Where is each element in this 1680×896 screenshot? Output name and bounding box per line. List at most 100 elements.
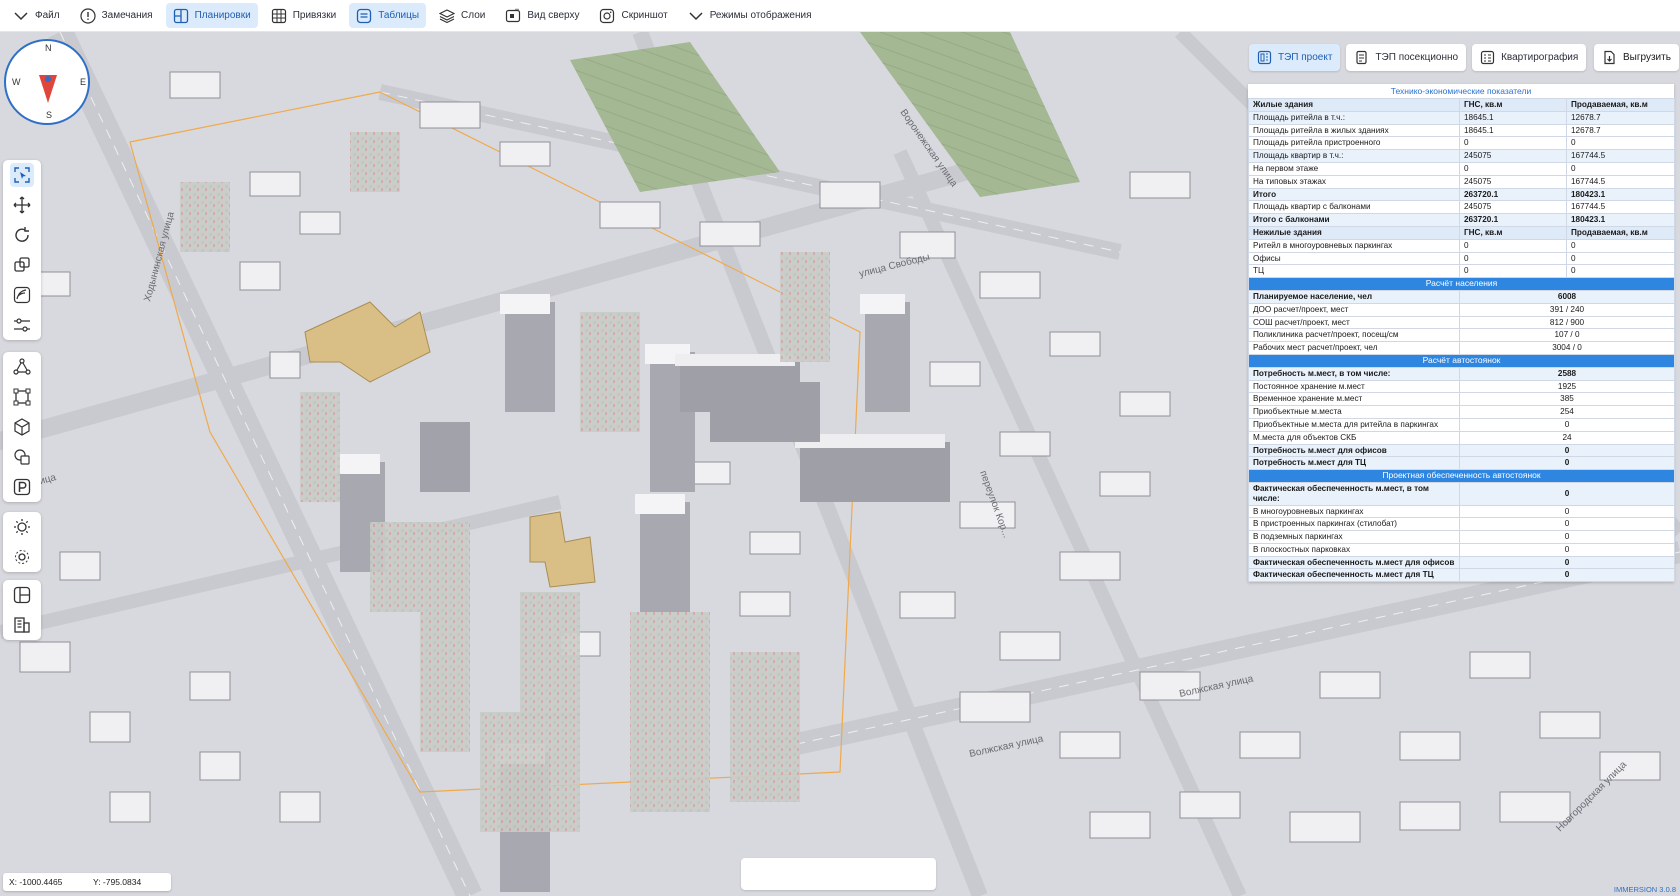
section-title: Расчёт населения bbox=[1248, 277, 1675, 291]
plan-icon bbox=[13, 586, 31, 604]
table-cell: Потребность м.мест, в том числе: bbox=[1248, 366, 1460, 381]
table-cell: 18645.1 bbox=[1459, 123, 1567, 138]
value-cell: 2588 bbox=[1459, 366, 1675, 381]
tool-palette-geometry bbox=[3, 352, 41, 502]
table-row: Приобъектные м.места 254 bbox=[1248, 405, 1675, 419]
settings-sliders-icon bbox=[14, 318, 30, 332]
table-cell: Приобъектные м.места для ритейла в парки… bbox=[1248, 417, 1460, 432]
table-cell: 263720.1 bbox=[1459, 213, 1567, 227]
sun-settings-tool[interactable] bbox=[3, 542, 41, 572]
tab-apartments[interactable]: Квартирография bbox=[1472, 44, 1587, 71]
table-cell: В подземных паркингах bbox=[1248, 530, 1460, 544]
snaps-button[interactable]: Привязки bbox=[264, 3, 344, 28]
value-cell: 107 / 0 bbox=[1459, 328, 1675, 343]
table-row: Фактическая обеспеченность м.мест для ТЦ… bbox=[1248, 568, 1675, 583]
shapes-icon bbox=[14, 449, 30, 465]
frame-tool[interactable] bbox=[3, 382, 41, 412]
table-row: Планируемое население, чел 6008 bbox=[1248, 289, 1675, 304]
tab-tep-sections[interactable]: ТЭП посекционно bbox=[1346, 44, 1467, 71]
table-cell: Ритейл в многоуровневых паркингах bbox=[1248, 238, 1460, 253]
nodes-tool[interactable] bbox=[3, 352, 41, 382]
table-cell: 180423.1 bbox=[1566, 213, 1675, 227]
frame-icon bbox=[13, 388, 31, 406]
table-cell: 0 bbox=[1459, 161, 1567, 176]
shapes-tool[interactable] bbox=[3, 442, 41, 472]
cube-icon bbox=[14, 418, 30, 436]
table-row: Постоянное хранение м.мест 1925 bbox=[1248, 379, 1675, 394]
table-icon bbox=[357, 8, 372, 23]
table-cell: 245075 bbox=[1459, 200, 1567, 215]
table-cell: 0 bbox=[1459, 251, 1567, 266]
tep-caption: Технико-экономические показатели bbox=[1248, 84, 1674, 98]
table-cell: Планируемое население, чел bbox=[1248, 289, 1460, 304]
move-tool[interactable] bbox=[3, 190, 41, 220]
value-cell: 812 / 900 bbox=[1459, 315, 1675, 330]
table-cell: Площадь квартир с балконами bbox=[1248, 200, 1460, 215]
table-cell: В пристроенных паркингах (стилобат) bbox=[1248, 517, 1460, 532]
table-row: Поликлиника расчет/проект, посещ/см 107 /… bbox=[1248, 328, 1675, 343]
chevron-down-icon bbox=[14, 11, 28, 20]
table-cell: СОШ расчет/проект, мест bbox=[1248, 315, 1460, 330]
layouts-button[interactable]: Планировки bbox=[165, 3, 258, 28]
value-cell: 0 bbox=[1459, 443, 1675, 458]
layers-button[interactable]: Слои bbox=[432, 3, 492, 28]
path-tool[interactable] bbox=[3, 280, 41, 310]
tab-tep-project[interactable]: ТЭП проект bbox=[1249, 44, 1341, 71]
plan-tool[interactable] bbox=[3, 580, 41, 610]
table-cell: На первом этаже bbox=[1248, 161, 1460, 176]
screenshot-button[interactable]: Скриншот bbox=[592, 3, 674, 28]
section-title-row: Проектная обеспеченность автостоянок bbox=[1248, 469, 1675, 483]
table-cell: 180423.1 bbox=[1566, 187, 1675, 202]
value-cell: 0 bbox=[1459, 568, 1675, 583]
table-row: Офисы 0 0 bbox=[1248, 251, 1675, 266]
export-label: Выгрузить bbox=[1623, 52, 1671, 63]
top-view-button[interactable]: Вид сверху bbox=[498, 3, 586, 28]
table-row: СОШ расчет/проект, мест 812 / 900 bbox=[1248, 315, 1675, 330]
tables-button[interactable]: Таблицы bbox=[349, 3, 427, 28]
tables-label: Таблицы bbox=[378, 10, 420, 21]
copy-tool[interactable] bbox=[3, 250, 41, 280]
table-cell: Фактическая обеспеченность м.мест для ТЦ bbox=[1248, 568, 1460, 583]
table-cell: 0 bbox=[1566, 264, 1675, 279]
select-tool[interactable] bbox=[3, 160, 41, 190]
tep-section-icon bbox=[1356, 50, 1368, 65]
volume-tool[interactable] bbox=[3, 412, 41, 442]
compass[interactable]: N S W E bbox=[4, 39, 90, 125]
display-modes-menu[interactable]: Режимы отображения bbox=[681, 3, 819, 28]
building-tool[interactable] bbox=[3, 610, 41, 640]
table-cell: 167744.5 bbox=[1566, 200, 1675, 215]
table-row: ДОО расчет/проект, мест 391 / 240 bbox=[1248, 302, 1675, 317]
table-cell: Временное хранение м.мест bbox=[1248, 392, 1460, 407]
sun-icon bbox=[14, 519, 30, 535]
tab-apartments-label: Квартирография bbox=[1501, 52, 1579, 63]
select-icon bbox=[10, 163, 34, 187]
coordinates-readout: X: -1000.4465 Y: -795.0834 bbox=[3, 873, 171, 891]
chevron-down-icon bbox=[689, 11, 703, 20]
rotate-tool[interactable] bbox=[3, 220, 41, 250]
table-cell: Фактическая обеспеченность м.мест, в том… bbox=[1248, 481, 1460, 506]
value-cell: 6008 bbox=[1459, 289, 1675, 304]
table-row: Площадь ритейла в т.ч.: 18645.1 12678.7 bbox=[1248, 110, 1675, 125]
value-cell: 1925 bbox=[1459, 379, 1675, 394]
value-cell: 0 bbox=[1459, 542, 1675, 557]
file-menu[interactable]: Файл bbox=[6, 3, 67, 28]
top-view-label: Вид сверху bbox=[527, 10, 580, 21]
table-cell: 0 bbox=[1566, 251, 1675, 266]
table-row: Приобъектные м.места для ритейла в парки… bbox=[1248, 417, 1675, 432]
section-title-row: Расчёт автостоянок bbox=[1248, 353, 1675, 368]
table-cell: В многоуровневых паркингах bbox=[1248, 504, 1460, 519]
table-cell: Рабочих мест расчет/проект, чел bbox=[1248, 341, 1460, 355]
table-cell: 167744.5 bbox=[1566, 174, 1675, 189]
sun-tool[interactable] bbox=[3, 512, 41, 542]
table-row: М.места для объектов СКБ 24 bbox=[1248, 430, 1675, 445]
value-cell: 0 bbox=[1459, 504, 1675, 519]
table-cell: 12678.7 bbox=[1566, 110, 1675, 125]
remarks-button[interactable]: Замечания bbox=[73, 3, 160, 28]
table-cell: Площадь ритейла пристроенного bbox=[1248, 136, 1460, 151]
export-button[interactable]: Выгрузить bbox=[1594, 44, 1679, 71]
parking-tool[interactable] bbox=[3, 472, 41, 502]
layouts-label: Планировки bbox=[194, 10, 251, 21]
table-row: В подземных паркингах 0 bbox=[1248, 530, 1675, 544]
adjust-tool[interactable] bbox=[3, 310, 41, 340]
compass-south: S bbox=[46, 110, 53, 120]
